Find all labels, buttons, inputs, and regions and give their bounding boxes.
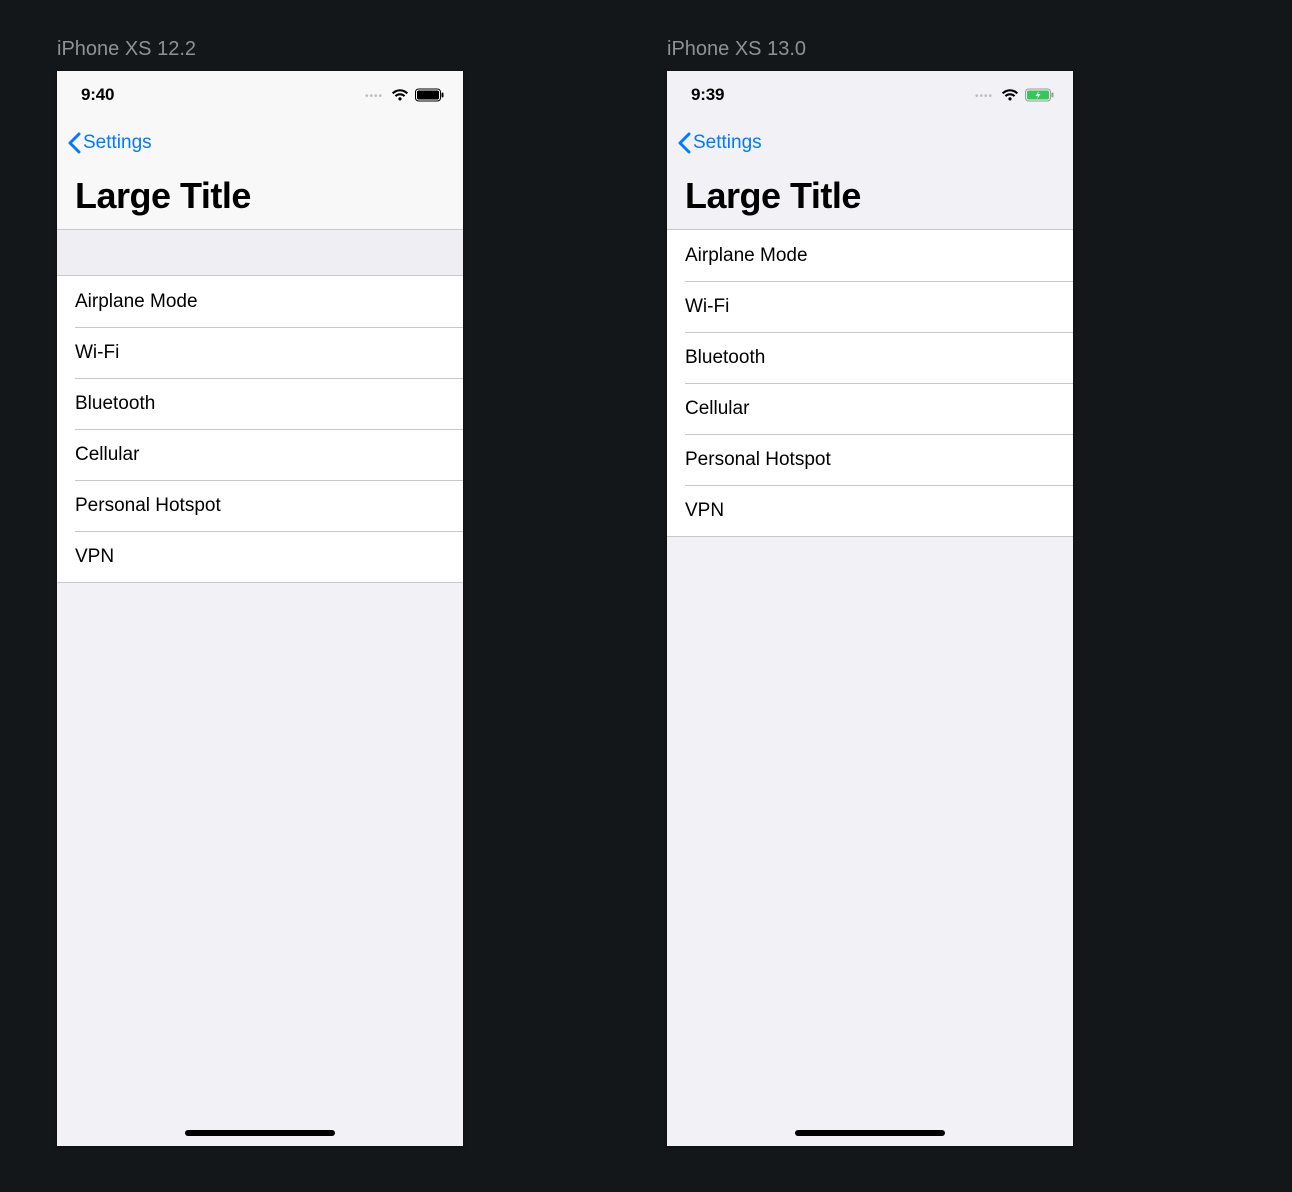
status-icons: •••• — [365, 88, 445, 102]
list-item-bluetooth[interactable]: Bluetooth — [57, 378, 463, 429]
cellular-dots-icon: •••• — [975, 91, 993, 102]
list-item-cellular[interactable]: Cellular — [57, 429, 463, 480]
nav-back-button[interactable]: Settings — [667, 119, 1073, 167]
battery-charging-icon — [1025, 88, 1055, 102]
chevron-left-icon — [677, 132, 691, 154]
list-item-label: Airplane Mode — [685, 245, 808, 267]
list-item-wifi[interactable]: Wi-Fi — [667, 281, 1073, 332]
list-item-label: VPN — [685, 500, 724, 522]
phone-screenshot-ios12: 9:40 •••• Settings Large Title Airplane … — [57, 71, 463, 1146]
caption-left: iPhone XS 12.2 — [57, 38, 196, 61]
status-icons: •••• — [975, 88, 1055, 102]
nav-back-label: Settings — [83, 132, 152, 154]
list-item-label: VPN — [75, 546, 114, 568]
settings-list: Airplane Mode Wi-Fi Bluetooth Cellular P… — [57, 276, 463, 583]
list-item-label: Airplane Mode — [75, 291, 198, 313]
list-item-label: Personal Hotspot — [685, 449, 831, 471]
list-item-airplane-mode[interactable]: Airplane Mode — [667, 230, 1073, 281]
cellular-dots-icon: •••• — [365, 91, 383, 102]
status-time: 9:39 — [691, 85, 724, 105]
list-item-airplane-mode[interactable]: Airplane Mode — [57, 276, 463, 327]
list-item-label: Wi-Fi — [685, 296, 729, 318]
nav-back-label: Settings — [693, 132, 762, 154]
status-bar: 9:39 •••• — [667, 71, 1073, 119]
large-title-row: Large Title — [667, 167, 1073, 229]
list-item-label: Wi-Fi — [75, 342, 119, 364]
list-item-bluetooth[interactable]: Bluetooth — [667, 332, 1073, 383]
settings-list: Airplane Mode Wi-Fi Bluetooth Cellular P… — [667, 229, 1073, 537]
list-item-label: Bluetooth — [685, 347, 765, 369]
list-item-vpn[interactable]: VPN — [57, 531, 463, 582]
list-section-spacer — [57, 230, 463, 276]
page-title: Large Title — [685, 175, 1055, 217]
caption-right: iPhone XS 13.0 — [667, 38, 806, 61]
list-item-label: Personal Hotspot — [75, 495, 221, 517]
status-bar: 9:40 •••• — [57, 71, 463, 119]
list-item-cellular[interactable]: Cellular — [667, 383, 1073, 434]
nav-back-button[interactable]: Settings — [57, 119, 463, 167]
chevron-left-icon — [67, 132, 81, 154]
wifi-icon — [391, 88, 409, 102]
status-time: 9:40 — [81, 85, 114, 105]
list-item-label: Cellular — [75, 444, 139, 466]
battery-icon — [415, 88, 445, 102]
large-title-row: Large Title — [57, 167, 463, 230]
wifi-icon — [1001, 88, 1019, 102]
list-item-personal-hotspot[interactable]: Personal Hotspot — [57, 480, 463, 531]
list-item-label: Bluetooth — [75, 393, 155, 415]
home-indicator[interactable] — [185, 1130, 335, 1136]
list-item-label: Cellular — [685, 398, 749, 420]
list-item-personal-hotspot[interactable]: Personal Hotspot — [667, 434, 1073, 485]
list-item-wifi[interactable]: Wi-Fi — [57, 327, 463, 378]
phone-screenshot-ios13: 9:39 •••• Settings Large Title Airplane … — [667, 71, 1073, 1146]
home-indicator[interactable] — [795, 1130, 945, 1136]
page-title: Large Title — [75, 175, 445, 217]
list-item-vpn[interactable]: VPN — [667, 485, 1073, 536]
